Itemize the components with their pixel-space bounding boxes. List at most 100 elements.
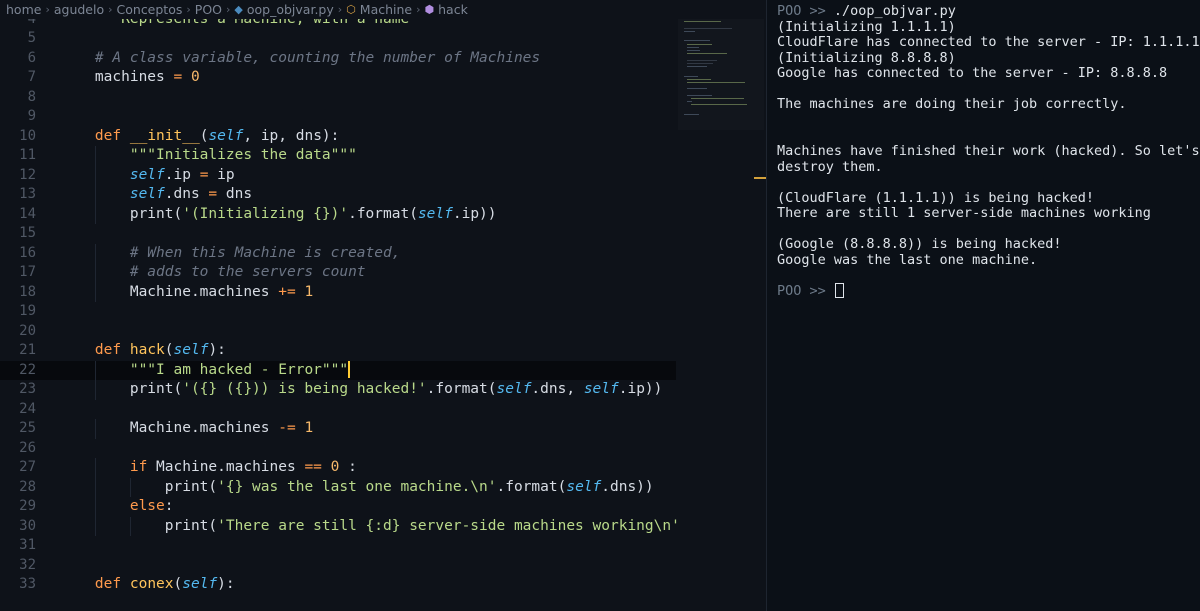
terminal-final-prompt-line[interactable]: POO >> (777, 282, 844, 299)
minimap-line (687, 43, 712, 45)
minimap-line (683, 30, 695, 32)
code-text[interactable]: Machine.machines -= 1 (60, 419, 313, 439)
terminal-pane[interactable]: POO >> ./oop_objvar.py (Initializing 1.1… (767, 0, 1200, 611)
code-area[interactable]: 3class Machine:4 """Represents a Machine… (0, 0, 680, 611)
line-number: 20 (19, 322, 36, 339)
breadcrumb-user[interactable]: agudelo (54, 2, 104, 17)
code-text[interactable]: # A class variable, counting the number … (60, 49, 540, 69)
code-text[interactable]: def hack(self): (60, 341, 226, 361)
line-number: 11 (19, 147, 36, 163)
code-line[interactable]: 27 if Machine.machines == 0 : (0, 458, 676, 478)
code-line[interactable]: 31 (0, 536, 676, 556)
line-number: 26 (19, 439, 36, 456)
breadcrumb-method[interactable]: hack (438, 2, 468, 17)
code-line[interactable]: 12 self.ip = ip (0, 165, 676, 186)
minimap-line (683, 75, 698, 77)
code-line[interactable]: 28 print('{} was the last one machine.\n… (0, 477, 676, 498)
minimap-line (687, 59, 717, 61)
code-line[interactable]: 32 (0, 556, 676, 576)
terminal-cursor (834, 282, 844, 298)
terminal-output-line: Machines have finished their work (hacke… (777, 142, 1200, 159)
code-line[interactable]: 33 def conex(self): (0, 575, 676, 595)
code-line[interactable]: 21 def hack(self): (0, 341, 676, 361)
code-line[interactable]: 8 (0, 88, 676, 108)
code-line[interactable]: 17 # adds to the servers count (0, 263, 676, 283)
code-line[interactable]: 6 # A class variable, counting the numbe… (0, 49, 676, 69)
code-line[interactable]: 23 print('({} ({})) is being hacked!'.fo… (0, 380, 676, 400)
code-line[interactable]: 25 Machine.machines -= 1 (0, 419, 676, 439)
line-number: 9 (27, 108, 36, 124)
minimap-line (687, 46, 699, 48)
code-text[interactable]: """I am hacked - Error""" (60, 361, 351, 381)
code-text[interactable]: print('{} was the last one machine.\n'.f… (60, 478, 654, 498)
terminal-prompt: POO >> (777, 282, 826, 299)
code-editor[interactable]: 3class Machine:4 """Represents a Machine… (0, 0, 766, 611)
code-line[interactable]: 22 """I am hacked - Error""" (0, 360, 676, 381)
code-line[interactable]: 24 (0, 400, 676, 420)
minimap-line (687, 94, 712, 96)
breadcrumb-subfolder[interactable]: POO (195, 2, 222, 17)
line-number: 28 (19, 478, 36, 495)
line-number: 10 (19, 127, 36, 144)
minimap-line (687, 82, 746, 83)
terminal-prompt: POO >> (777, 3, 826, 19)
minimap-line (683, 40, 711, 42)
minimap[interactable] (680, 18, 756, 128)
breadcrumb-class[interactable]: Machine (360, 2, 412, 17)
line-number: 31 (19, 537, 36, 553)
code-line[interactable]: 16 # When this Machine is created, (0, 243, 676, 264)
code-line[interactable]: 9 (0, 107, 676, 127)
chevron-right-icon: › (186, 3, 191, 16)
breadcrumb-folder[interactable]: Conceptos (117, 2, 183, 17)
line-number: 12 (19, 166, 36, 183)
breadcrumb-home[interactable]: home (6, 2, 41, 17)
terminal-output-line: CloudFlare has connected to the server -… (777, 34, 1200, 51)
code-text[interactable]: Machine.machines += 1 (60, 283, 313, 303)
code-line[interactable]: 20 (0, 322, 676, 342)
code-line[interactable]: 19 (0, 302, 676, 322)
line-number: 33 (19, 576, 36, 592)
breadcrumb-file[interactable]: oop_objvar.py (247, 2, 334, 17)
line-number: 32 (19, 556, 36, 573)
code-text[interactable]: machines = 0 (60, 68, 200, 88)
code-text[interactable]: """Initializes the data""" (60, 146, 357, 166)
code-text[interactable]: print('There are still {:d} server-side … (60, 517, 680, 537)
code-text[interactable]: def __init__(self, ip, dns): (60, 127, 339, 147)
terminal-output-line: The machines are doing their job correct… (777, 96, 1127, 113)
code-line[interactable]: 18 Machine.machines += 1 (0, 282, 676, 303)
line-number: 8 (27, 88, 36, 105)
code-line[interactable]: 5 (0, 29, 676, 49)
code-text[interactable]: if Machine.machines == 0 : (60, 458, 357, 478)
line-number: 22 (19, 361, 36, 378)
code-text[interactable]: else: (60, 497, 174, 517)
minimap-line (687, 62, 713, 64)
code-line[interactable]: 15 (0, 224, 676, 244)
code-text[interactable]: self.ip = ip (60, 166, 235, 186)
code-line[interactable]: 10 def __init__(self, ip, dns): (0, 127, 676, 147)
line-number: 14 (19, 205, 36, 222)
code-text[interactable]: def conex(self): (60, 575, 235, 595)
line-number: 15 (19, 225, 36, 241)
line-number: 21 (19, 342, 36, 358)
code-line[interactable]: 11 """Initializes the data""" (0, 146, 676, 166)
method-icon: ⬢ (424, 3, 435, 16)
code-line[interactable]: 14 print('(Initializing {})'.format(self… (0, 204, 676, 225)
code-text[interactable]: print('(Initializing {})'.format(self.ip… (60, 205, 497, 225)
line-number: 6 (27, 49, 36, 66)
line-number: 30 (19, 517, 36, 534)
code-line[interactable]: 30 print('There are still {:d} server-si… (0, 516, 680, 536)
pane-resize-marker[interactable] (754, 177, 766, 179)
code-text[interactable]: self.dns = dns (60, 185, 252, 205)
code-text[interactable]: # When this Machine is created, (60, 244, 401, 264)
chevron-right-icon: › (416, 3, 421, 16)
code-line[interactable]: 7 machines = 0 (0, 68, 676, 88)
terminal-output-line: (Initializing 8.8.8.8) (777, 49, 956, 66)
code-line[interactable]: 13 self.dns = dns (0, 185, 676, 205)
code-line[interactable]: 26 (0, 439, 676, 459)
code-text[interactable]: # adds to the servers count (60, 263, 366, 283)
line-number: 25 (19, 420, 36, 436)
code-text[interactable]: print('({} ({})) is being hacked!'.forma… (60, 380, 663, 400)
code-line[interactable]: 29 else: (0, 497, 676, 517)
chevron-right-icon: › (226, 3, 231, 16)
minimap-line (683, 114, 699, 115)
